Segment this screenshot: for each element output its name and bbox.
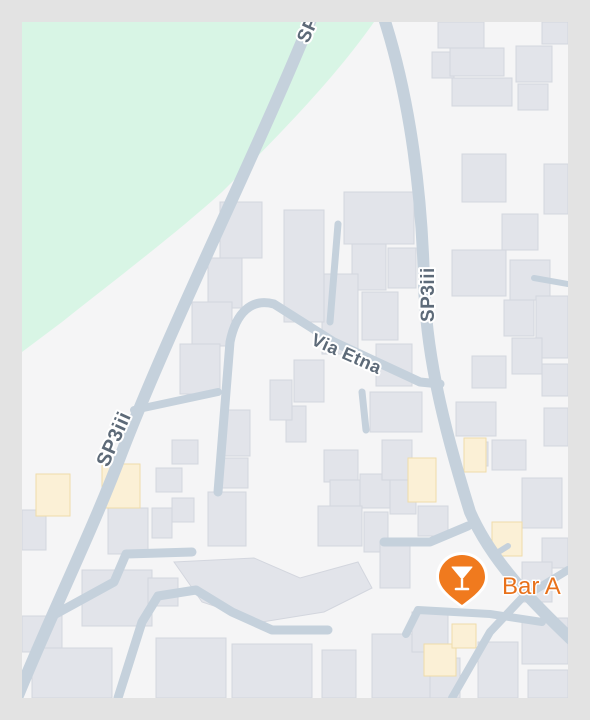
poi-label-bar[interactable]: Bar A: [501, 572, 563, 602]
map-frame: SP3iii SP3iii SP3iii Via Etna Bar A: [0, 0, 590, 720]
map-canvas[interactable]: SP3iii SP3iii SP3iii Via Etna Bar A: [22, 22, 568, 698]
road-label-sp3iii-right: SP3iii: [418, 267, 439, 322]
poi-marker-bar[interactable]: [436, 552, 488, 608]
map-view[interactable]: SP3iii SP3iii SP3iii Via Etna Bar A: [22, 22, 568, 698]
